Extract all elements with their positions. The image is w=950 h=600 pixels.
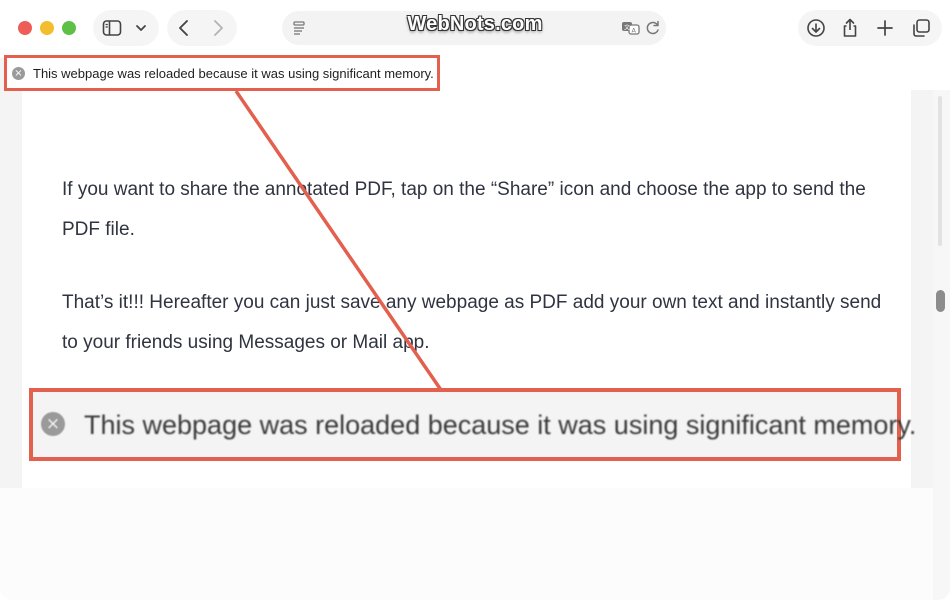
- close-icon: ×: [41, 412, 65, 436]
- article-paragraph: If you want to share the annotated PDF, …: [62, 179, 866, 240]
- banner-message-zoomed: This webpage was reloaded because it was…: [84, 410, 917, 440]
- svg-text:文: 文: [624, 24, 630, 32]
- svg-text:A: A: [632, 27, 637, 35]
- translate-icon[interactable]: 文A: [620, 17, 642, 39]
- tabs-overview-icon[interactable]: [910, 17, 932, 39]
- scrollbar-track-segment: [938, 96, 942, 246]
- toolbar: WebNots.com 文A: [0, 0, 950, 58]
- share-icon[interactable]: [839, 17, 861, 39]
- left-gutter: [0, 58, 22, 488]
- article-paragraph: That’s it!!! Hereafter you can just save…: [62, 292, 882, 353]
- plus-icon[interactable]: [874, 17, 896, 39]
- banner-message: This webpage was reloaded because it was…: [33, 66, 434, 81]
- close-icon[interactable]: ×: [12, 67, 25, 80]
- memory-reload-banner-zoomed: × This webpage was reloaded because it w…: [29, 388, 916, 461]
- download-icon[interactable]: [805, 17, 827, 39]
- reload-icon[interactable]: [642, 17, 664, 39]
- scrollbar-thumb[interactable]: [936, 290, 945, 312]
- browser-window: WebNots.com 文A If you want to share the …: [0, 0, 950, 600]
- page-footer-area: [0, 488, 933, 600]
- memory-reload-banner: × This webpage was reloaded because it w…: [4, 55, 440, 91]
